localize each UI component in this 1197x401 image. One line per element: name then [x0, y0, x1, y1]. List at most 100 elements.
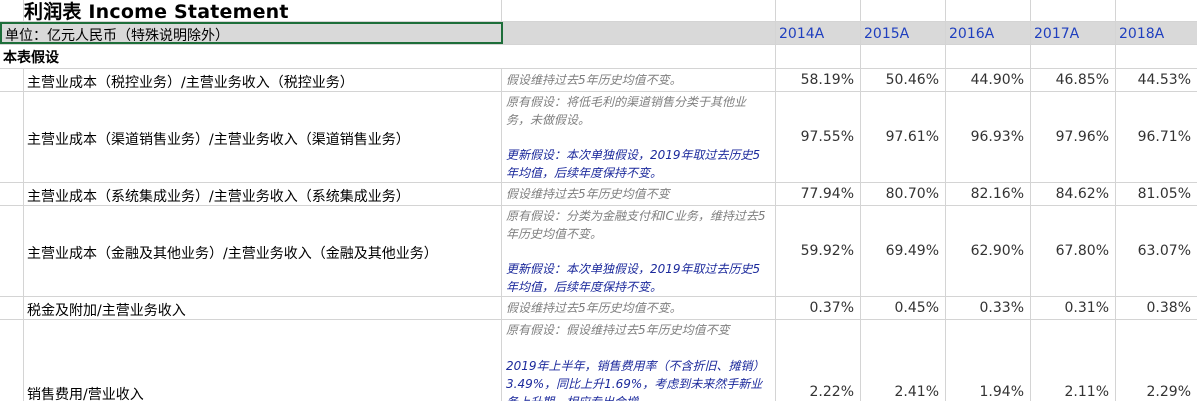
cell[interactable] — [0, 69, 24, 91]
assumption-row: 税金及附加/主营业务收入 假设维持过去5年历史均值不变。 0.37% 0.45%… — [0, 297, 1197, 320]
label-cell[interactable]: 销售费用/营业收入 — [24, 320, 502, 401]
value: 62.90% — [970, 243, 1024, 259]
value-cell[interactable]: 97.96% — [1031, 92, 1116, 182]
year-label: 2018A — [1119, 26, 1165, 42]
cell[interactable] — [776, 0, 861, 21]
year-label: 2015A — [864, 26, 910, 42]
year-cell[interactable]: 2017A — [1031, 22, 1116, 44]
value: 67.80% — [1055, 243, 1109, 259]
label-cell[interactable]: 税金及附加/主营业务收入 — [24, 297, 502, 319]
cell[interactable] — [0, 320, 24, 401]
value-cell[interactable]: 46.85% — [1031, 69, 1116, 91]
year-label: 2017A — [1034, 26, 1080, 42]
note-text: 原有假设：分类为金融支付和IC业务，维持过去5年历史均值不变。 — [506, 209, 766, 241]
value: 96.93% — [970, 129, 1024, 145]
value: 96.71% — [1137, 129, 1191, 145]
cell[interactable] — [946, 45, 1031, 68]
note-text-updated: 更新假设：本次单独假设，2019年取过去历史5年均值，后续年度保持不变。 — [506, 148, 761, 180]
cell[interactable] — [502, 0, 776, 21]
cell[interactable] — [946, 0, 1031, 21]
value: 0.38% — [1146, 300, 1191, 316]
value-cell[interactable]: 44.90% — [946, 69, 1031, 91]
row-label: 销售费用/营业收入 — [27, 387, 144, 401]
assumption-row: 销售费用/营业收入 原有假设：假设维持过去5年历史均值不变 2019年上半年，销… — [0, 320, 1197, 401]
value-cell[interactable]: 59.92% — [776, 206, 861, 296]
label-cell[interactable]: 主营业成本（金融及其他业务）/主营业务收入（金融及其他业务） — [24, 206, 502, 296]
value-cell[interactable]: 2.41% — [861, 320, 946, 401]
value-cell[interactable]: 80.70% — [861, 183, 946, 205]
value: 0.45% — [894, 300, 939, 316]
value-cell[interactable]: 82.16% — [946, 183, 1031, 205]
note-text: 假设维持过去5年历史均值不变 — [506, 187, 670, 201]
value-cell[interactable]: 81.05% — [1116, 183, 1197, 205]
value-cell[interactable]: 1.94% — [946, 320, 1031, 401]
year-cell[interactable]: 2015A — [861, 22, 946, 44]
row-label: 主营业成本（系统集成业务）/主营业务收入（系统集成业务） — [27, 189, 410, 205]
cell[interactable] — [776, 45, 861, 68]
value-cell[interactable]: 2.11% — [1031, 320, 1116, 401]
value-cell[interactable]: 2.29% — [1116, 320, 1197, 401]
value-cell[interactable]: 0.33% — [946, 297, 1031, 319]
value-cell[interactable]: 58.19% — [776, 69, 861, 91]
cell[interactable] — [0, 0, 24, 21]
row-label: 主营业成本（金融及其他业务）/主营业务收入（金融及其他业务） — [27, 246, 438, 262]
value-cell[interactable]: 96.71% — [1116, 92, 1197, 182]
note-cell[interactable]: 假设维持过去5年历史均值不变。 — [502, 69, 776, 91]
title-row: 利润表 Income Statement — [0, 0, 1197, 23]
value-cell[interactable]: 96.93% — [946, 92, 1031, 182]
value-cell[interactable]: 0.38% — [1116, 297, 1197, 319]
value-cell[interactable]: 0.37% — [776, 297, 861, 319]
value-cell[interactable]: 63.07% — [1116, 206, 1197, 296]
cell[interactable] — [502, 45, 776, 68]
value: 97.96% — [1055, 129, 1109, 145]
note-cell[interactable]: 原有假设：将低毛利的渠道销售分类于其他业务，未做假设。 更新假设：本次单独假设，… — [502, 92, 776, 182]
label-cell[interactable]: 主营业成本（税控业务）/主营业务收入（税控业务） — [24, 69, 502, 91]
assumption-row: 主营业成本（渠道销售业务）/主营业务收入（渠道销售业务） 原有假设：将低毛利的渠… — [0, 92, 1197, 183]
value-cell[interactable]: 67.80% — [1031, 206, 1116, 296]
assumption-row: 主营业成本（金融及其他业务）/主营业务收入（金融及其他业务） 原有假设：分类为金… — [0, 206, 1197, 297]
value: 2.22% — [809, 384, 854, 400]
value-cell[interactable]: 62.90% — [946, 206, 1031, 296]
section-heading: 本表假设 — [3, 50, 59, 66]
value-cell[interactable]: 69.49% — [861, 206, 946, 296]
value-cell[interactable]: 2.22% — [776, 320, 861, 401]
note-cell[interactable]: 原有假设：分类为金融支付和IC业务，维持过去5年历史均值不变。 更新假设：本次单… — [502, 206, 776, 296]
label-cell[interactable]: 主营业成本（渠道销售业务）/主营业务收入（渠道销售业务） — [24, 92, 502, 182]
value-cell[interactable]: 0.31% — [1031, 297, 1116, 319]
cell[interactable] — [1031, 0, 1116, 21]
cell[interactable] — [861, 45, 946, 68]
value: 46.85% — [1055, 72, 1109, 88]
year-cell[interactable]: 2014A — [776, 22, 861, 44]
value: 84.62% — [1055, 186, 1109, 202]
cell[interactable] — [861, 0, 946, 21]
cell[interactable] — [502, 22, 776, 44]
value: 97.61% — [885, 129, 939, 145]
year-cell[interactable]: 2018A — [1116, 22, 1197, 44]
value-cell[interactable]: 97.61% — [861, 92, 946, 182]
value: 2.11% — [1064, 384, 1109, 400]
cell[interactable] — [1116, 45, 1197, 68]
cell[interactable] — [1031, 45, 1116, 68]
cell[interactable] — [0, 92, 24, 182]
value-cell[interactable]: 44.53% — [1116, 69, 1197, 91]
cell[interactable] — [0, 183, 24, 205]
note-cell[interactable]: 假设维持过去5年历史均值不变 — [502, 183, 776, 205]
cell[interactable] — [0, 206, 24, 296]
section-row: 本表假设 — [0, 45, 1197, 69]
cell[interactable] — [1116, 0, 1197, 21]
sheet-title: 利润表 Income Statement — [24, 1, 289, 23]
label-cell[interactable]: 主营业成本（系统集成业务）/主营业务收入（系统集成业务） — [24, 183, 502, 205]
value: 0.33% — [979, 300, 1024, 316]
row-label: 主营业成本（税控业务）/主营业务收入（税控业务） — [27, 75, 354, 91]
note-cell[interactable]: 假设维持过去5年历史均值不变。 — [502, 297, 776, 319]
cell[interactable] — [0, 297, 24, 319]
value-cell[interactable]: 0.45% — [861, 297, 946, 319]
value-cell[interactable]: 84.62% — [1031, 183, 1116, 205]
value-cell[interactable]: 97.55% — [776, 92, 861, 182]
value-cell[interactable]: 77.94% — [776, 183, 861, 205]
selected-cell[interactable]: 单位：亿元人民币（特殊说明除外） — [0, 22, 503, 44]
note-cell[interactable]: 原有假设：假设维持过去5年历史均值不变 2019年上半年，销售费用率（不含折旧、… — [502, 320, 776, 401]
value-cell[interactable]: 50.46% — [861, 69, 946, 91]
year-cell[interactable]: 2016A — [946, 22, 1031, 44]
assumption-row: 主营业成本（系统集成业务）/主营业务收入（系统集成业务） 假设维持过去5年历史均… — [0, 183, 1197, 206]
